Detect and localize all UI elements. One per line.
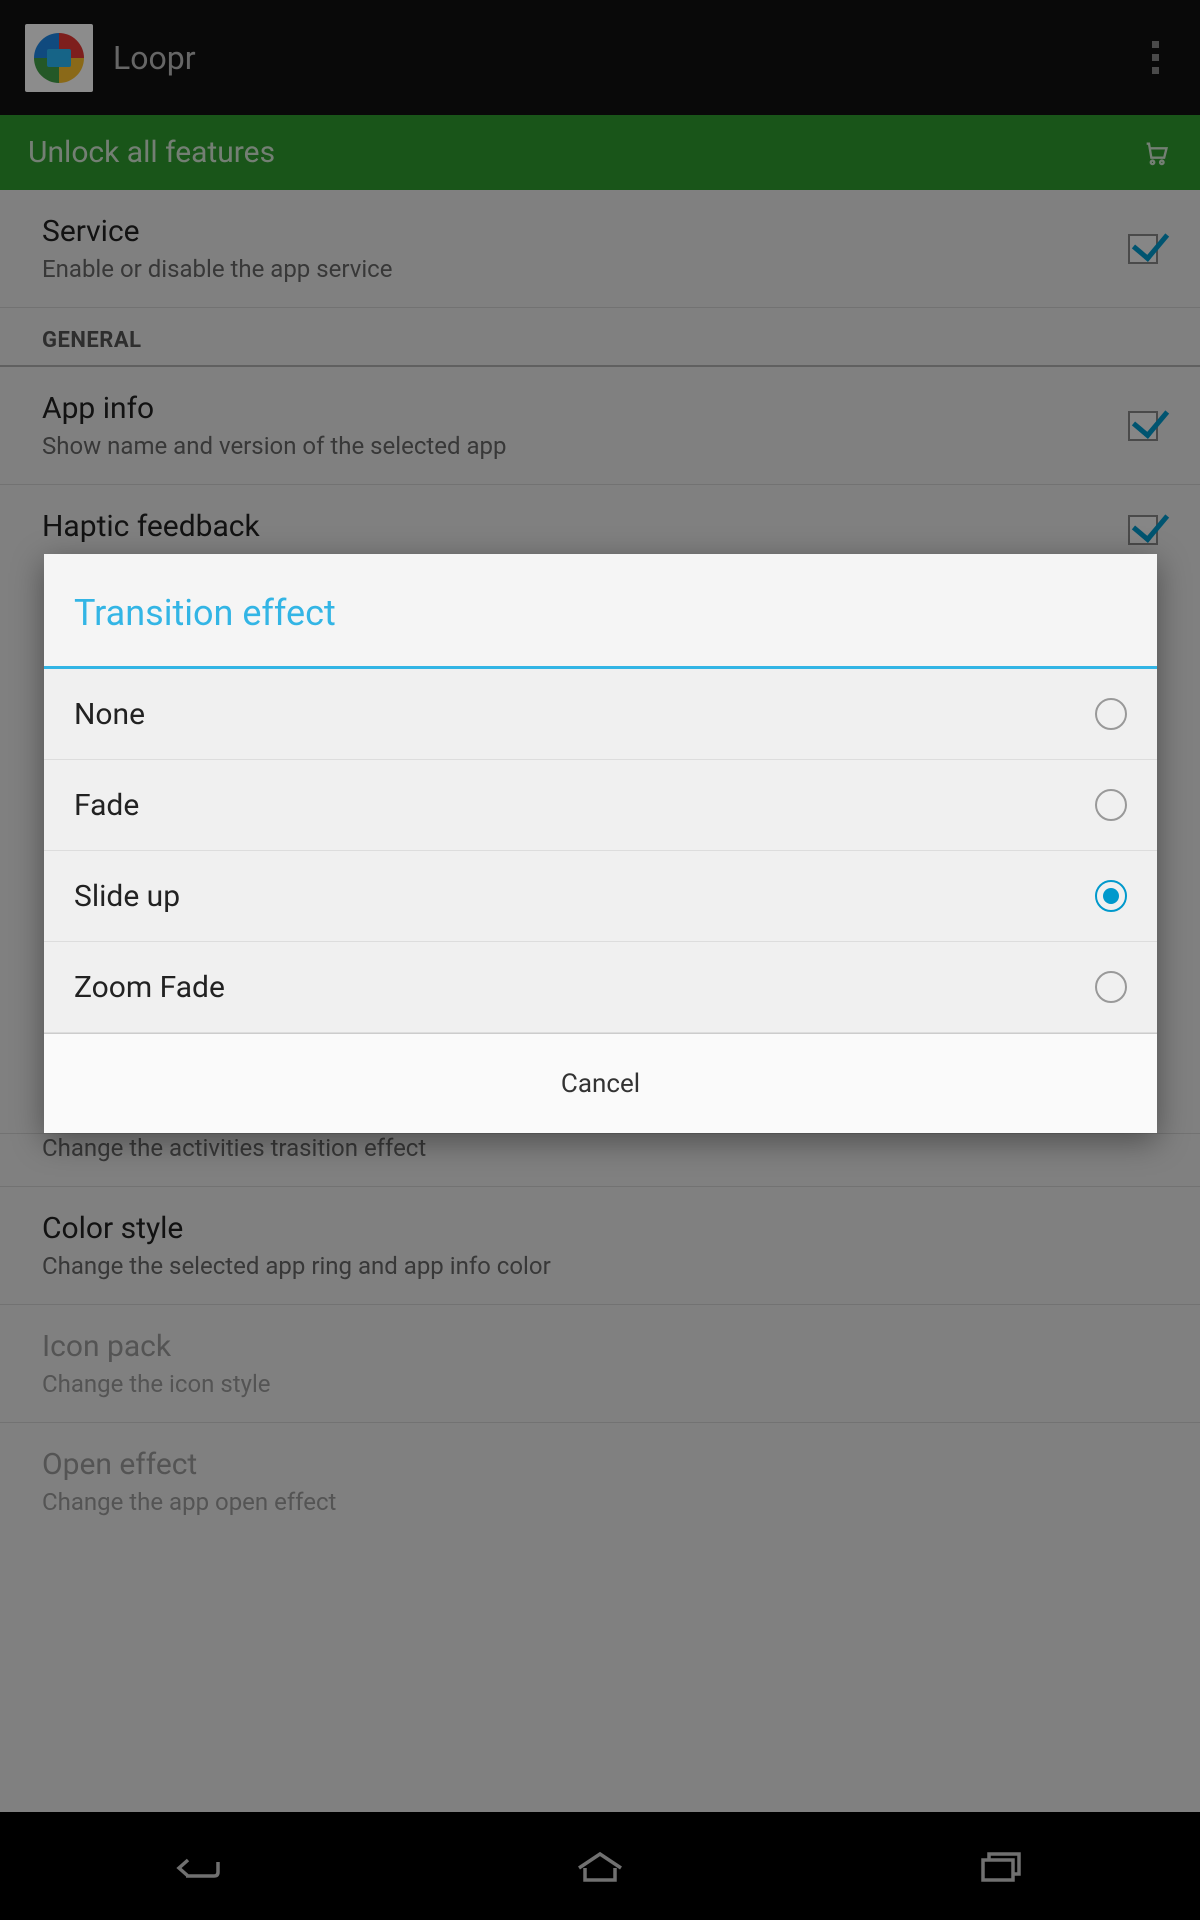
option-label: None xyxy=(74,697,1095,732)
cancel-button[interactable]: Cancel xyxy=(44,1033,1157,1133)
dialog-option-none[interactable]: None xyxy=(44,669,1157,760)
option-label: Zoom Fade xyxy=(74,970,1095,1005)
radio-none[interactable] xyxy=(1095,698,1127,730)
radio-slide-up[interactable] xyxy=(1095,880,1127,912)
option-label: Slide up xyxy=(74,879,1095,914)
radio-zoom-fade[interactable] xyxy=(1095,971,1127,1003)
dialog-title: Transition effect xyxy=(44,554,1157,669)
dialog-option-slide-up[interactable]: Slide up xyxy=(44,851,1157,942)
transition-effect-dialog: Transition effect None Fade Slide up Zoo… xyxy=(44,554,1157,1133)
dialog-option-zoom-fade[interactable]: Zoom Fade xyxy=(44,942,1157,1033)
dialog-option-fade[interactable]: Fade xyxy=(44,760,1157,851)
option-label: Fade xyxy=(74,788,1095,823)
radio-fade[interactable] xyxy=(1095,789,1127,821)
